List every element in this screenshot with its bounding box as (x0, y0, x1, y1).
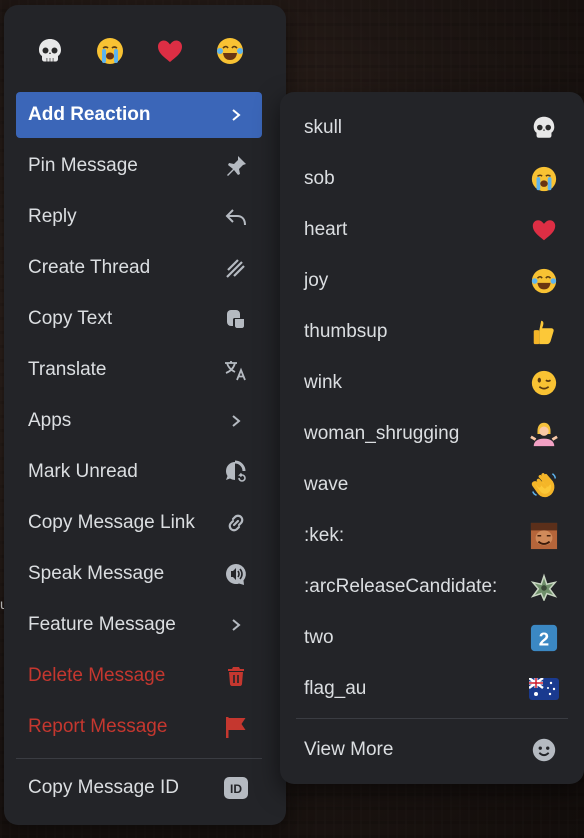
reaction-item-joy[interactable]: joy (292, 258, 572, 304)
heart-icon (528, 214, 560, 246)
menu-item-label: Report Message (28, 716, 168, 737)
menu-item-label: Mark Unread (28, 461, 138, 482)
reaction-label: woman_shrugging (304, 423, 460, 444)
chevron-right-icon (222, 101, 250, 129)
reaction-label: wave (304, 474, 349, 495)
menu-item-translate[interactable]: Translate (16, 347, 262, 393)
menu-item-label: Add Reaction (28, 104, 151, 125)
joy-icon (217, 38, 243, 64)
reaction-item-wink[interactable]: wink (292, 360, 572, 406)
menu-item-label: Pin Message (28, 155, 138, 176)
menu-item-copy-text[interactable]: Copy Text (16, 296, 262, 342)
flag-au-icon (528, 673, 560, 705)
svg-text:ID: ID (230, 782, 242, 796)
reaction-item-skull[interactable]: skull (292, 105, 572, 151)
sob-icon (97, 38, 123, 64)
submenu-divider (296, 718, 568, 719)
reaction-item-heart[interactable]: heart (292, 207, 572, 253)
reaction-submenu: skull sob heart joy thumbsup wink woman_… (280, 92, 584, 784)
reaction-item-two[interactable]: two 2 (292, 615, 572, 661)
menu-item-label: Copy Message ID (28, 777, 180, 798)
pin-icon (222, 152, 250, 180)
menu-item-label: Translate (28, 359, 107, 380)
reaction-label: two (304, 627, 334, 648)
speak-icon (222, 560, 250, 588)
sob-icon (528, 163, 560, 195)
menu-item-copy-message-link[interactable]: Copy Message Link (16, 500, 262, 546)
menu-item-label: Copy Message Link (28, 512, 195, 533)
reaction-label: flag_au (304, 678, 367, 699)
quick-reaction-row (4, 33, 286, 69)
message-context-menu: Add Reaction Pin Message Reply Create Th… (4, 5, 286, 825)
kek-icon (528, 520, 560, 552)
menu-item-report-message[interactable]: Report Message (16, 704, 262, 750)
flag-icon (222, 713, 250, 741)
reaction-label: thumbsup (304, 321, 388, 342)
menu-item-create-thread[interactable]: Create Thread (16, 245, 262, 291)
copy-icon (222, 305, 250, 333)
quick-reaction-joy[interactable] (212, 33, 248, 69)
svg-text:2: 2 (539, 628, 549, 649)
view-more-button[interactable]: View More (292, 727, 572, 773)
quick-reaction-heart[interactable] (152, 33, 188, 69)
reaction-label: sob (304, 168, 335, 189)
menu-item-label: Create Thread (28, 257, 151, 278)
menu-item-pin-message[interactable]: Pin Message (16, 143, 262, 189)
menu-item-apps[interactable]: Apps (16, 398, 262, 444)
menu-item-speak-message[interactable]: Speak Message (16, 551, 262, 597)
wave-icon (528, 469, 560, 501)
reaction-label: wink (304, 372, 343, 393)
menu-item-add-reaction[interactable]: Add Reaction (16, 92, 262, 138)
menu-item-copy-message-id[interactable]: Copy Message ID ID (16, 765, 262, 811)
reaction-item-woman-shrugging[interactable]: woman_shrugging (292, 411, 572, 457)
wink-icon (528, 367, 560, 399)
reaction-label: joy (304, 270, 329, 291)
reaction-label: heart (304, 219, 348, 240)
menu-item-label: Feature Message (28, 614, 176, 635)
reaction-item-wave[interactable]: wave (292, 462, 572, 508)
id-icon: ID (222, 774, 250, 802)
reaction-item-sob[interactable]: sob (292, 156, 572, 202)
skull-icon (528, 112, 560, 144)
woman-shrugging-icon (528, 418, 560, 450)
reaction-label: :arcReleaseCandidate: (304, 576, 498, 597)
quick-reaction-sob[interactable] (92, 33, 128, 69)
joy-icon (528, 265, 560, 297)
menu-item-label: Apps (28, 410, 72, 431)
reaction-label: skull (304, 117, 343, 138)
menu-item-reply[interactable]: Reply (16, 194, 262, 240)
reaction-item-flag-au[interactable]: flag_au (292, 666, 572, 712)
view-more-label: View More (304, 739, 394, 760)
skull-icon (39, 39, 61, 62)
thread-icon (222, 254, 250, 282)
thumbsup-icon (528, 316, 560, 348)
menu-item-delete-message[interactable]: Delete Message (16, 653, 262, 699)
mark-unread-icon (222, 458, 250, 486)
reaction-label: :kek: (304, 525, 345, 546)
reaction-item-thumbsup[interactable]: thumbsup (292, 309, 572, 355)
arc-release-candidate-icon (528, 571, 560, 603)
reply-icon (222, 203, 250, 231)
menu-item-label: Copy Text (28, 308, 113, 329)
trash-icon (222, 662, 250, 690)
keycap-two-icon: 2 (528, 622, 560, 654)
link-icon (222, 509, 250, 537)
quick-reaction-skull[interactable] (32, 33, 68, 69)
menu-divider (16, 758, 262, 759)
chevron-right-icon (222, 611, 250, 639)
menu-item-mark-unread[interactable]: Mark Unread (16, 449, 262, 495)
menu-item-label: Speak Message (28, 563, 165, 584)
reaction-item-arc-release-candidate[interactable]: :arcReleaseCandidate: (292, 564, 572, 610)
translate-icon (222, 356, 250, 384)
menu-item-feature-message[interactable]: Feature Message (16, 602, 262, 648)
reaction-item-kek[interactable]: :kek: (292, 513, 572, 559)
heart-icon (158, 40, 182, 62)
smiley-icon (528, 734, 560, 766)
menu-item-label: Reply (28, 206, 77, 227)
chevron-right-icon (222, 407, 250, 435)
menu-item-label: Delete Message (28, 665, 166, 686)
